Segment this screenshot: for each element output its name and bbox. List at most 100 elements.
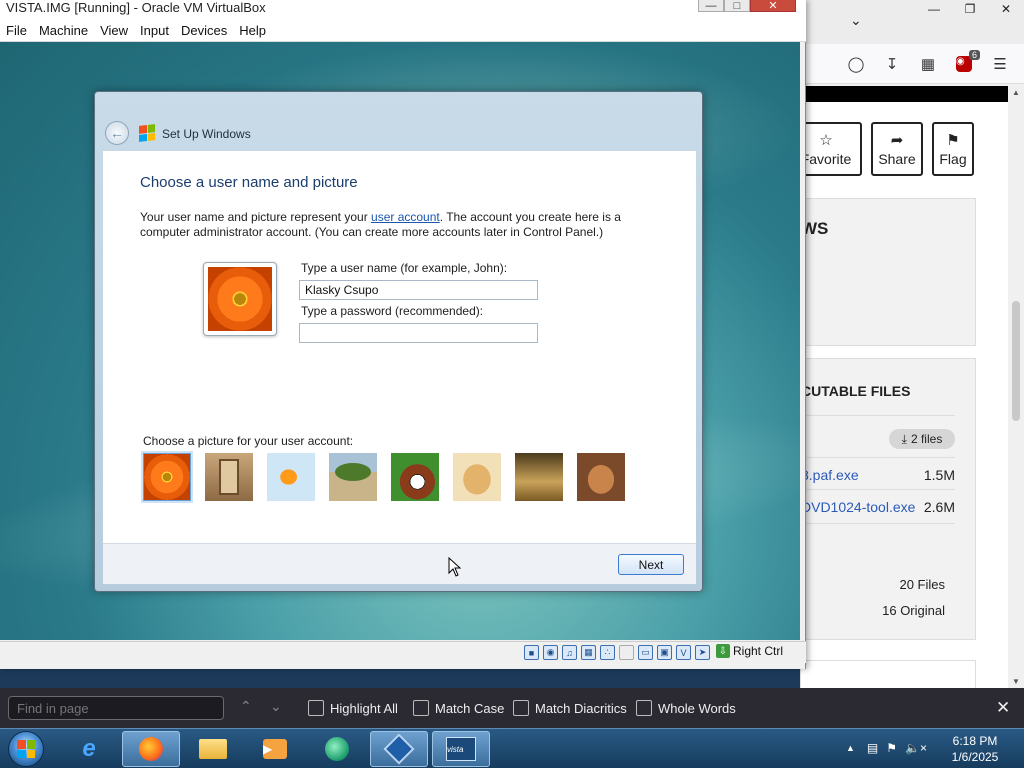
scroll-down-icon[interactable]: ▼ [1012, 677, 1020, 686]
files-count-pill[interactable]: ⤓ 2 files [889, 429, 955, 449]
share-button[interactable]: ➦ Share [871, 122, 923, 176]
user-account-link[interactable]: user account [371, 210, 440, 224]
vbox-maximize-button[interactable]: □ [724, 0, 750, 12]
scroll-up-icon[interactable]: ▲ [1012, 88, 1020, 97]
close-find-bar-icon[interactable]: ✕ [996, 698, 1010, 718]
firefox-window: ⌄ — ❐ ✕ ◯ ↧ ▦ ◉ 6 ☰ ☆ Favorite ➦ Share ⚑… [790, 0, 1024, 700]
windows-taskbar: e ▶ vista ▲ ▤ ⚑ 🔈× 6:18 PM 1/6/2025 [0, 728, 1024, 768]
info-card: WS : [800, 198, 976, 346]
show-hidden-icons-icon[interactable]: ▲ [846, 743, 855, 753]
browser-close-button[interactable]: ✕ [988, 0, 1024, 18]
find-previous-icon[interactable]: ⌃ [240, 698, 252, 715]
taskbar-clock[interactable]: 6:18 PM 1/6/2025 [930, 733, 1020, 765]
guest-display[interactable]: ← Set Up Windows Choose a user name and … [0, 42, 800, 640]
virtualbox-window: VISTA.IMG [Running] - Oracle VM VirtualB… [0, 0, 806, 669]
find-in-page-bar: ⌃ ⌄ Highlight All Match Case Match Diacr… [0, 688, 1024, 728]
checkbox-box [308, 700, 324, 716]
hamburger-menu-icon[interactable]: ☰ [990, 54, 1010, 74]
username-input[interactable] [299, 280, 538, 300]
messenger-icon[interactable] [308, 731, 366, 767]
file-size: 2.6M [923, 499, 955, 515]
description-text: Your user name and picture represent you… [140, 210, 372, 224]
vbox-close-button[interactable]: ✕ [750, 0, 796, 12]
volume-muted-icon[interactable]: 🔈× [905, 741, 927, 755]
mouse-integration-icon[interactable]: ➤ [695, 645, 710, 660]
ublock-icon[interactable]: ◉ 6 [954, 50, 980, 74]
mouse-pointer-icon [448, 556, 462, 580]
match-case-label: Match Case [435, 700, 505, 716]
tab-list-chevron-icon[interactable]: ⌄ [850, 12, 862, 29]
host-key-label: Right Ctrl [733, 644, 784, 658]
find-input[interactable] [8, 696, 224, 720]
downloads-icon[interactable]: ↧ [882, 54, 902, 74]
find-next-icon[interactable]: ⌄ [270, 698, 282, 715]
picture-option-bonsai[interactable] [329, 453, 377, 501]
optical-drive-icon[interactable]: ◉ [543, 645, 558, 660]
picture-option-soccer-dog[interactable] [391, 453, 439, 501]
pictures-label: Choose a picture for your user account: [143, 434, 354, 448]
goldfish-icon [267, 453, 315, 501]
username-label: Type a user name (for example, John): [301, 261, 508, 275]
checkbox-box [513, 700, 529, 716]
vbox-minimize-button[interactable]: — [698, 0, 724, 12]
picture-option-chess[interactable] [515, 453, 563, 501]
picture-option-robot[interactable] [205, 453, 253, 501]
picture-option-kitten[interactable] [577, 453, 625, 501]
cpu-icon[interactable]: V [676, 645, 691, 660]
kitten-icon [577, 453, 625, 501]
browser-minimize-button[interactable]: — [916, 0, 952, 18]
usb-icon[interactable]: ∴ [600, 645, 615, 660]
flag-button[interactable]: ⚑ Flag [932, 122, 974, 176]
pocket-icon[interactable]: ◯ [846, 54, 866, 74]
whole-words-checkbox[interactable]: Whole Words [636, 700, 736, 716]
hard-disk-icon[interactable]: ■ [524, 645, 539, 660]
match-case-checkbox[interactable]: Match Case [413, 700, 504, 716]
video-capture-icon[interactable]: ▣ [657, 645, 672, 660]
share-label: Share [878, 151, 916, 167]
start-button[interactable] [8, 731, 44, 767]
file-link[interactable]: 8.paf.exe [801, 467, 859, 483]
picture-option-flower[interactable] [143, 453, 191, 501]
highlight-all-checkbox[interactable]: Highlight All [308, 700, 398, 716]
soccer-dog-icon [391, 453, 439, 501]
firefox-taskbar-icon[interactable] [122, 731, 180, 767]
scrollbar-thumb[interactable] [1012, 301, 1020, 421]
menu-file[interactable]: File [0, 23, 33, 38]
next-button[interactable]: Next [618, 554, 684, 575]
menu-input[interactable]: Input [134, 23, 175, 38]
vista-vm-taskbar-icon[interactable]: vista [432, 731, 490, 767]
browser-restore-button[interactable]: ❐ [952, 0, 988, 18]
divider [801, 489, 955, 490]
menu-machine[interactable]: Machine [33, 23, 94, 38]
extensions-icon[interactable]: ▦ [918, 54, 938, 74]
media-player-icon[interactable]: ▶ [246, 731, 304, 767]
flag-label: Flag [939, 151, 967, 167]
file-row[interactable]: 8.paf.exe 1.5M [801, 467, 955, 483]
action-center-flag-icon[interactable]: ⚑ [886, 741, 897, 755]
internet-explorer-icon[interactable]: e [60, 731, 118, 767]
menu-help[interactable]: Help [233, 23, 272, 38]
page-title: Choose a user name and picture [140, 174, 358, 191]
menu-view[interactable]: View [94, 23, 134, 38]
match-diacritics-checkbox[interactable]: Match Diacritics [513, 700, 627, 716]
favorite-label: Favorite [800, 151, 852, 167]
picture-option-goldfish[interactable] [267, 453, 315, 501]
file-explorer-icon[interactable] [184, 731, 242, 767]
file-row[interactable]: DVD1024-tool.exe 2.6M [801, 499, 955, 515]
virtualbox-taskbar-icon[interactable] [370, 731, 428, 767]
password-input[interactable] [299, 323, 538, 343]
vbox-titlebar: VISTA.IMG [Running] - Oracle VM VirtualB… [0, 0, 806, 20]
vbox-title: VISTA.IMG [Running] - Oracle VM VirtualB… [6, 0, 266, 15]
menu-devices[interactable]: Devices [175, 23, 233, 38]
page-scrollbar[interactable]: ▲ ▼ [1008, 86, 1024, 688]
display-icon[interactable]: ▭ [638, 645, 653, 660]
back-arrow-icon[interactable]: ← [105, 121, 129, 145]
divider [801, 523, 955, 524]
setup-windows-dialog: ← Set Up Windows Choose a user name and … [94, 91, 703, 592]
network-tray-icon[interactable]: ▤ [867, 741, 878, 755]
network-icon[interactable]: ▦ [581, 645, 596, 660]
audio-icon[interactable]: ♫ [562, 645, 577, 660]
shared-folders-icon[interactable] [619, 645, 634, 660]
picture-option-puppy[interactable] [453, 453, 501, 501]
file-link[interactable]: DVD1024-tool.exe [801, 499, 915, 515]
